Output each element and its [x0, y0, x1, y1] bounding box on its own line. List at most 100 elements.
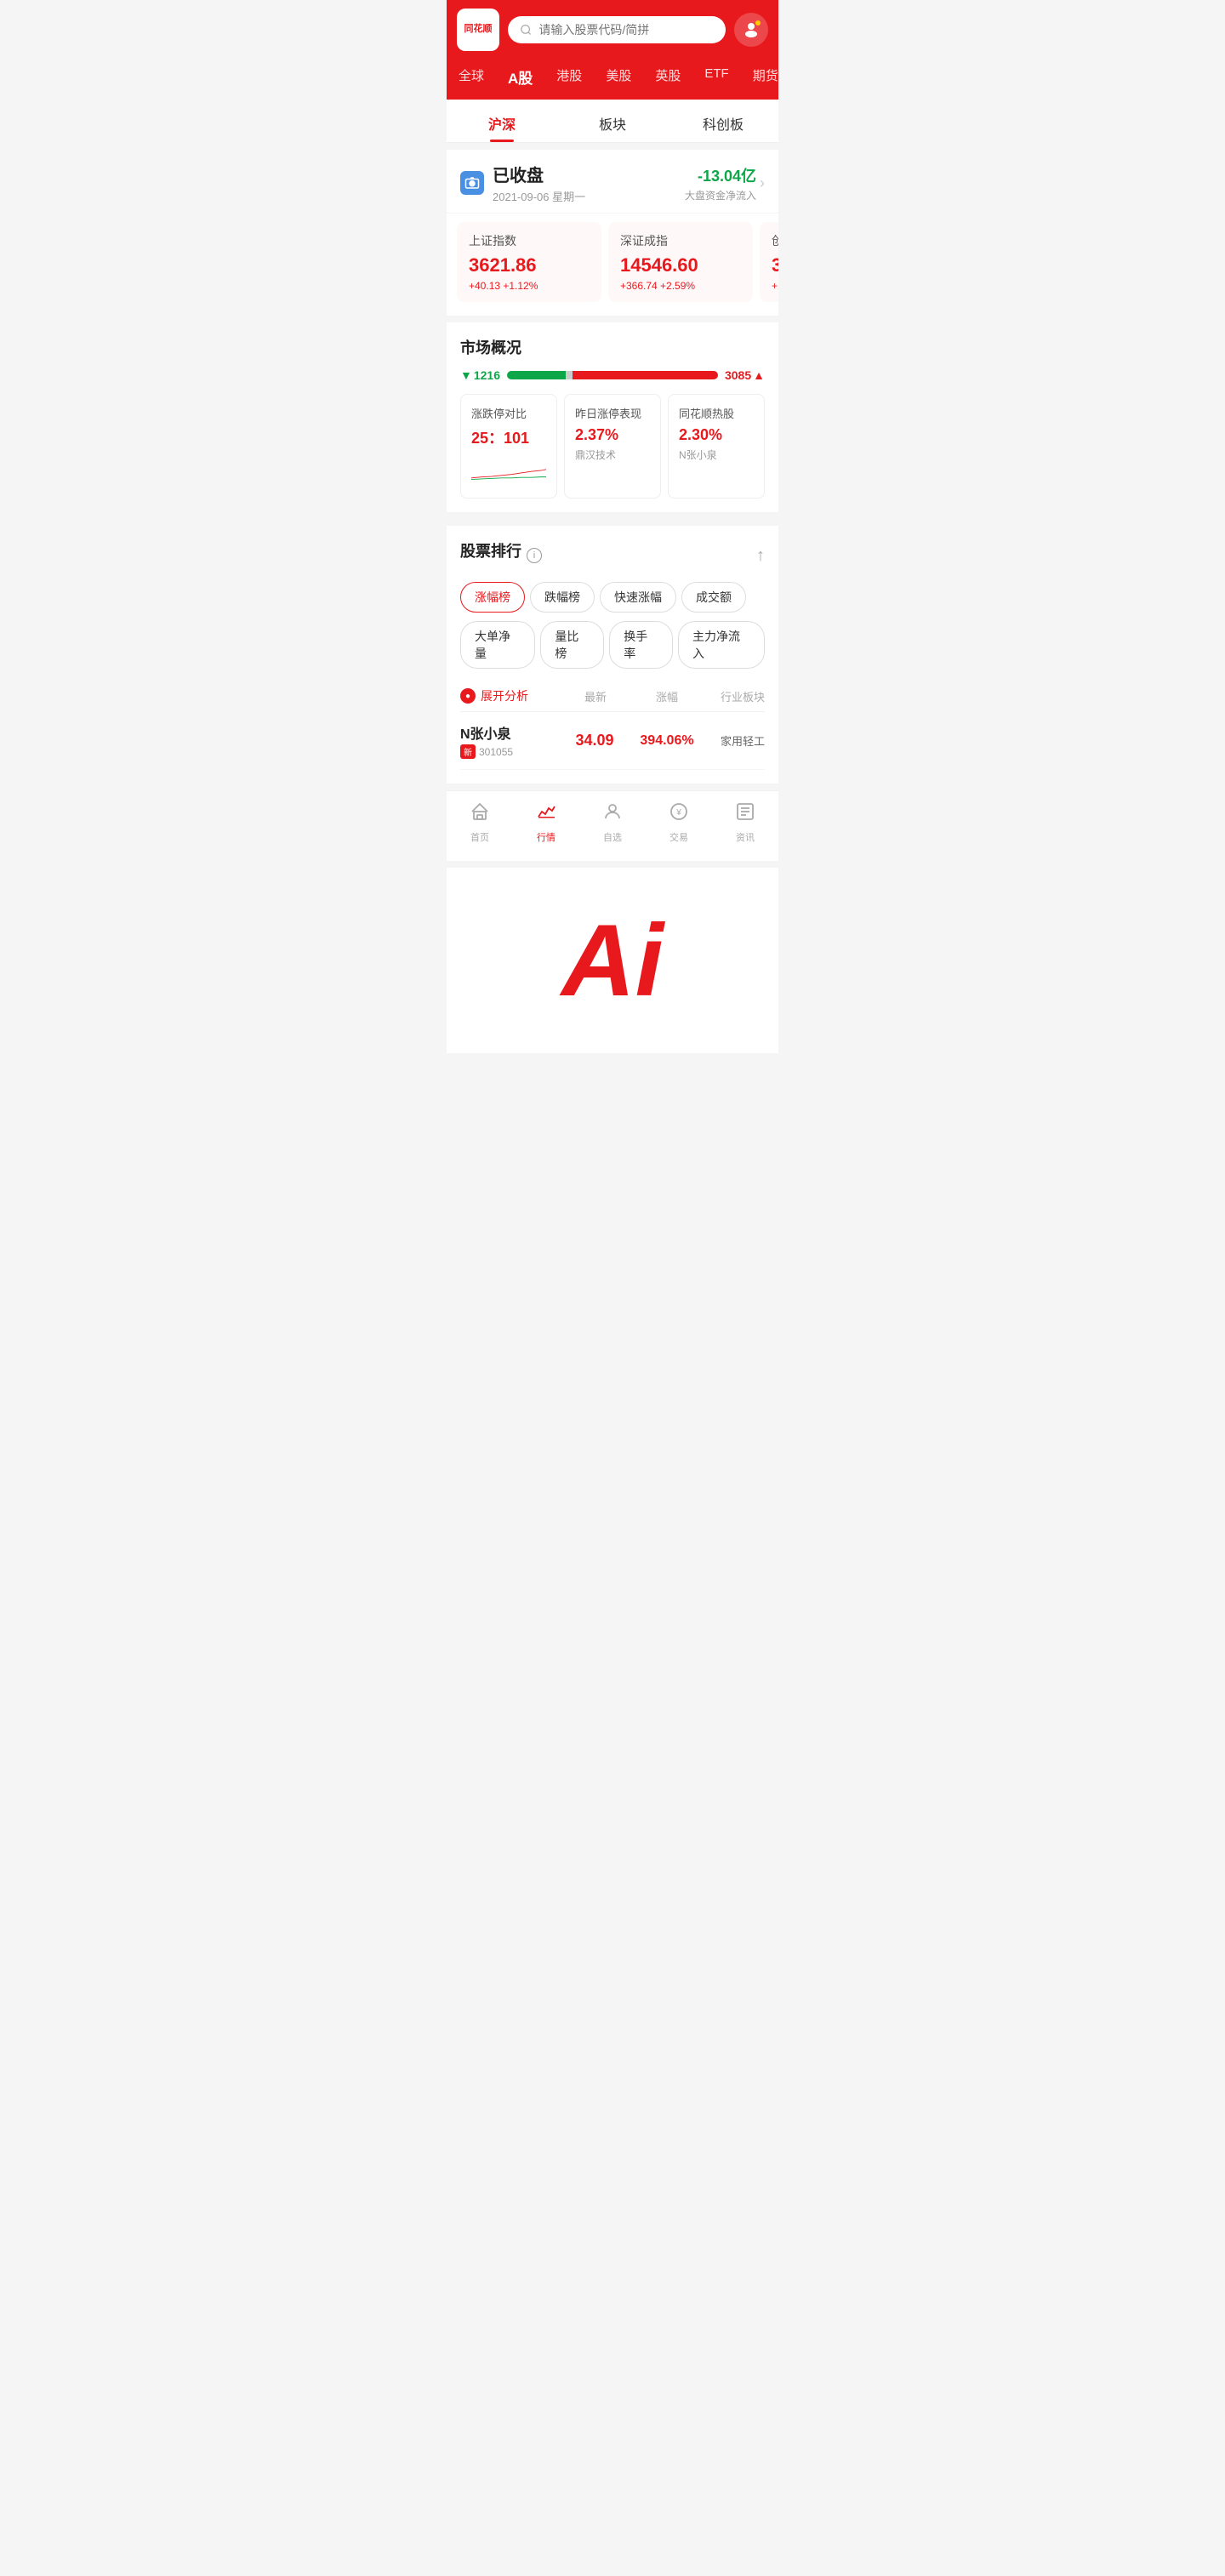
ov-card-sub-2: N张小泉: [679, 447, 754, 462]
search-icon: [520, 23, 532, 37]
search-input[interactable]: [538, 23, 714, 37]
news-label: 资讯: [736, 830, 755, 844]
bar-gray: [566, 371, 572, 379]
ov-card-title-2: 同花顺热股: [679, 405, 754, 421]
trade-label: 交易: [669, 830, 688, 844]
ranking-tab-bigorder[interactable]: 大单净量: [460, 621, 535, 669]
bottom-nav-home[interactable]: 首页: [447, 798, 513, 847]
market-label: 行情: [537, 830, 556, 844]
table-row[interactable]: N张小泉 新 301055 34.09 394.06% 家用轻工: [460, 712, 765, 770]
index-card-shangzheng[interactable]: 上证指数 3621.86 +40.13 +1.12%: [457, 222, 601, 302]
mini-chart-0: [471, 453, 546, 487]
ranking-tab-volume[interactable]: 成交额: [681, 582, 746, 613]
net-flow-value: -13.04亿: [685, 164, 756, 186]
fall-count: ▼ 1216: [460, 368, 500, 382]
expand-icon: ●: [460, 688, 476, 704]
stock-name-0: N张小泉: [460, 722, 561, 743]
avatar-button[interactable]: [734, 13, 768, 47]
divider-1: [447, 316, 778, 322]
app-header: 同花顺: [447, 0, 778, 60]
nav-tab-agu[interactable]: A股: [496, 63, 544, 91]
bottom-nav-market[interactable]: 行情: [513, 798, 579, 847]
ranking-title: 股票排行: [460, 539, 521, 561]
nav-tab-yinggu[interactable]: 英股: [643, 63, 692, 91]
ranking-tab-fast[interactable]: 快速涨幅: [600, 582, 676, 613]
ai-logo: Ai: [561, 902, 664, 1019]
bottom-nav-news[interactable]: 资讯: [712, 798, 778, 847]
ranking-tab-fall[interactable]: 跌幅榜: [530, 582, 595, 613]
ranking-tab-rise[interactable]: 涨幅榜: [460, 582, 525, 613]
arrow-right-icon: ›: [760, 174, 765, 192]
index-cards: 上证指数 3621.86 +40.13 +1.12% 深证成指 14546.60…: [447, 214, 778, 316]
market-date: 2021-09-06 星期一: [493, 188, 585, 204]
market-status-section: 已收盘 2021-09-06 星期一 -13.04亿 大盘资金净流入 ›: [447, 150, 778, 213]
index-name-1: 深证成指: [620, 232, 741, 249]
index-value-1: 14546.60: [620, 254, 741, 276]
market-status-left: 已收盘 2021-09-06 星期一: [460, 162, 585, 204]
stock-ranking-section: 股票排行 i ↑ 涨幅榜 跌幅榜 快速涨幅 成交额 大单净量 量比榜 换手率 主…: [447, 526, 778, 784]
index-name-0: 上证指数: [469, 232, 590, 249]
net-flow-section[interactable]: -13.04亿 大盘资金净流入 ›: [685, 164, 765, 202]
news-icon: [735, 801, 755, 827]
ov-card-title-0: 涨跌停对比: [471, 405, 546, 421]
new-badge-0: 新: [460, 744, 476, 759]
sub-tab-hushen[interactable]: 沪深: [447, 103, 557, 142]
overview-card-yesterday[interactable]: 昨日涨停表现 2.37% 鼎汉技术: [564, 394, 661, 499]
ranking-tabs-row1: 涨幅榜 跌幅榜 快速涨幅 成交额: [460, 582, 765, 613]
sub-nav: 沪深 板块 科创板: [447, 100, 778, 143]
main-nav: 全球 A股 港股 美股 英股 ETF 期货 其他: [447, 60, 778, 100]
table-header: ● 展开分析 最新 涨幅 行业板块: [460, 681, 765, 712]
filter-icon[interactable]: ↑: [756, 546, 765, 566]
stock-info-0: N张小泉 新 301055: [460, 722, 561, 759]
fall-arrow: ▼: [460, 368, 472, 382]
camera-icon: [464, 175, 480, 191]
index-change-0: +40.13 +1.12%: [469, 280, 590, 292]
nav-tab-meigu[interactable]: 美股: [594, 63, 643, 91]
nav-tab-etf[interactable]: ETF: [692, 63, 740, 91]
ranking-title-row: 股票排行 i: [460, 539, 542, 572]
index-change-1: +366.74 +2.59%: [620, 280, 741, 292]
bottom-nav: 首页 行情 自选 ¥ 交易: [447, 790, 778, 861]
index-card-chuangye[interactable]: 创业板 3228.09 +125.95 +4.06%: [760, 222, 778, 302]
svg-text:¥: ¥: [675, 808, 681, 818]
ov-card-sub-1: 鼎汉技术: [575, 447, 650, 462]
stock-code-0: 301055: [479, 746, 513, 758]
ov-card-value-0: 25：101: [471, 426, 546, 448]
market-icon: [536, 801, 556, 827]
nav-tab-qihuo[interactable]: 期货: [741, 63, 778, 91]
sub-tab-bankuai[interactable]: 板块: [557, 103, 668, 142]
stock-sector-0: 家用轻工: [705, 732, 765, 749]
th-change: 涨幅: [629, 688, 705, 704]
bottom-nav-trade[interactable]: ¥ 交易: [646, 798, 712, 847]
index-value-0: 3621.86: [469, 254, 590, 276]
nav-tab-ganggu[interactable]: 港股: [544, 63, 594, 91]
rise-arrow: ▲: [753, 368, 765, 382]
market-status-text: 已收盘: [493, 162, 585, 186]
ranking-tab-mainflow[interactable]: 主力净流入: [678, 621, 765, 669]
th-expand-label: 展开分析: [481, 687, 540, 704]
ranking-tab-turnover[interactable]: 换手率: [609, 621, 673, 669]
overview-card-limit[interactable]: 涨跌停对比 25：101: [460, 394, 557, 499]
stock-price-0: 34.09: [561, 732, 629, 749]
ranking-tabs-row2: 大单净量 量比榜 换手率 主力净流入: [460, 621, 765, 669]
index-value-2: 3228.09: [772, 254, 778, 276]
index-change-2: +125.95 +4.06%: [772, 280, 778, 292]
index-card-shenzhen[interactable]: 深证成指 14546.60 +366.74 +2.59%: [608, 222, 753, 302]
nav-tab-quanqiu[interactable]: 全球: [447, 63, 496, 91]
index-name-2: 创业板: [772, 232, 778, 249]
stock-code-badge-0: 新 301055: [460, 744, 561, 759]
overview-card-hotstock[interactable]: 同花顺热股 2.30% N张小泉: [668, 394, 765, 499]
home-label: 首页: [470, 830, 489, 844]
sub-tab-kechuang[interactable]: 科创板: [668, 103, 778, 142]
avatar-icon: [741, 20, 761, 40]
info-icon[interactable]: i: [527, 548, 542, 563]
home-icon: [470, 801, 490, 827]
ranking-tab-volumeratio[interactable]: 量比榜: [540, 621, 604, 669]
ov-card-value-1: 2.37%: [575, 426, 650, 444]
search-bar[interactable]: [508, 16, 726, 43]
ov-card-value-2: 2.30%: [679, 426, 754, 444]
ov-card-title-1: 昨日涨停表现: [575, 405, 650, 421]
overview-cards: 涨跌停对比 25：101 昨日涨停表现 2.37% 鼎汉技术 同花顺热股 2.3…: [460, 394, 765, 499]
ai-section: Ai: [447, 868, 778, 1053]
bottom-nav-watchlist[interactable]: 自选: [579, 798, 646, 847]
